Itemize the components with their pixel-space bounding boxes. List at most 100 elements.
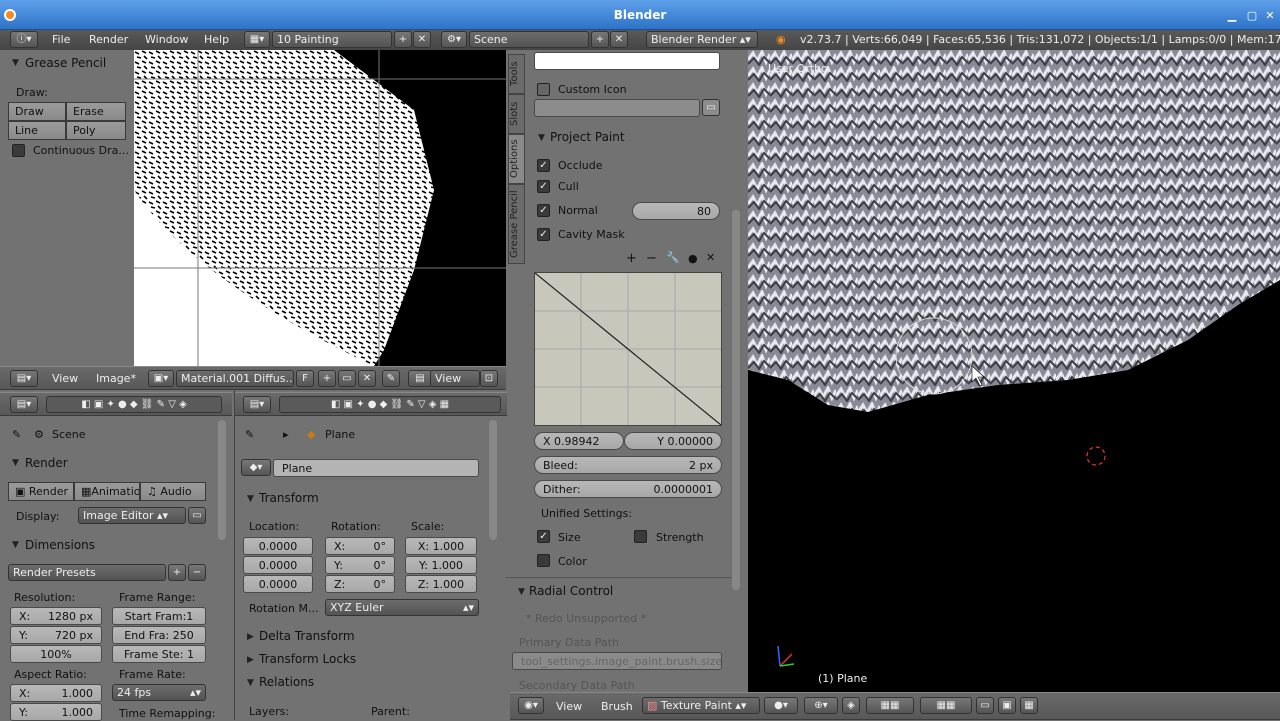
icon-path-field[interactable] <box>534 99 700 117</box>
continuous-draw-checkbox[interactable] <box>12 144 25 157</box>
animation-button[interactable]: ▦Animatio <box>74 482 140 501</box>
normal-angle-field[interactable]: 80 <box>632 202 720 220</box>
properties-editor-icon[interactable]: ▤▾ <box>10 396 38 413</box>
audio-button[interactable]: ♫ Audio <box>140 482 206 501</box>
remove-screen-icon[interactable]: ✕ <box>413 31 431 48</box>
custom-icon-checkbox[interactable] <box>537 83 550 96</box>
zoom-out-icon[interactable]: − <box>646 251 657 266</box>
tab-options[interactable]: Options <box>508 134 525 184</box>
collapse-arrow-icon[interactable]: ▼ <box>12 58 19 68</box>
screen-layout-select[interactable]: 10 Painting <box>272 31 392 48</box>
context-tabs[interactable]: ◧ ▣ ✦ ● ◆ ⛓ ✎ ▽ ◈ <box>46 396 222 413</box>
radial-control-title[interactable]: Radial Control <box>529 584 613 598</box>
properties-editor-icon[interactable]: ▤▾ <box>243 396 271 413</box>
open-image-icon[interactable]: ▭ <box>338 370 356 387</box>
location-z-field[interactable]: 0.0000 <box>243 575 313 593</box>
pin-icon[interactable]: ✎ <box>382 370 400 387</box>
scale-z-field[interactable]: Z: 1.000 <box>405 575 477 593</box>
menu-file[interactable]: File <box>52 33 70 46</box>
normal-checkbox[interactable]: ✓ <box>537 204 550 217</box>
object-type-icon[interactable]: ◆▾ <box>241 459 271 476</box>
relations-title[interactable]: Relations <box>259 675 314 689</box>
editor-type-icon[interactable]: ◉▾ <box>518 697 544 714</box>
pivot-point-icon[interactable]: ⊕▾ <box>804 697 838 714</box>
scene-icon[interactable]: ⚙▾ <box>441 31 467 48</box>
minimize-icon[interactable]: ▁ <box>1226 10 1238 21</box>
frame-step-field[interactable]: Frame Ste: 1 <box>112 645 206 663</box>
add-screen-icon[interactable]: + <box>394 31 412 48</box>
cull-checkbox[interactable]: ✓ <box>537 180 550 193</box>
unlink-image-icon[interactable]: ✕ <box>358 370 376 387</box>
scale-y-field[interactable]: Y: 1.000 <box>405 556 477 574</box>
aspect-y-field[interactable]: Y: 1.000 <box>10 703 102 721</box>
screen-layout-icon[interactable]: ▦▾ <box>244 31 270 48</box>
point-icon[interactable]: ● <box>688 252 698 265</box>
mode-select[interactable]: ▨ Texture Paint ▴▾ <box>642 697 760 714</box>
editor-type-icon[interactable]: ▤▾ <box>10 370 38 387</box>
view-menu[interactable]: View <box>556 700 582 713</box>
close-icon[interactable]: ✕ <box>1264 10 1276 21</box>
transform-locks-title[interactable]: Transform Locks <box>259 652 356 666</box>
menu-window[interactable]: Window <box>145 33 188 46</box>
view-mode-icon[interactable]: ▤ <box>408 370 432 387</box>
rotation-z-field[interactable]: Z: 0° <box>325 575 395 593</box>
pin-icon[interactable]: ✎ <box>245 428 254 441</box>
unified-size-checkbox[interactable]: ✓ <box>537 530 550 543</box>
image-name-field[interactable]: Material.001 Diffus... <box>176 370 294 387</box>
collapse-arrow-icon[interactable]: ▼ <box>12 540 19 550</box>
brush-name-field[interactable] <box>534 52 720 70</box>
image-browse-icon[interactable]: ▣▾ <box>148 370 174 387</box>
frame-end-field[interactable]: End Fra: 250 <box>112 626 206 644</box>
lock-camera-icon[interactable]: ▭ <box>976 697 994 714</box>
tab-slots[interactable]: Slots <box>508 94 525 134</box>
new-image-icon[interactable]: + <box>318 370 336 387</box>
maximize-icon[interactable]: ▢ <box>1246 10 1258 21</box>
scrollbar[interactable] <box>218 420 226 540</box>
tab-tools[interactable]: Tools <box>508 54 525 94</box>
project-paint-title[interactable]: Project Paint <box>550 130 625 144</box>
zoom-in-icon[interactable]: + <box>626 251 637 266</box>
curve-x-field[interactable]: X 0.98942 <box>534 432 624 450</box>
frame-start-field[interactable]: Start Fram:1 <box>112 607 206 625</box>
scene-select[interactable]: Scene <box>469 31 589 48</box>
remove-scene-icon[interactable]: ✕ <box>610 31 628 48</box>
scrollbar[interactable] <box>489 420 497 540</box>
rotation-mode-select[interactable]: XYZ Euler ▴▾ <box>325 599 479 616</box>
zoom-icon[interactable]: ⊡ <box>480 370 498 387</box>
collapse-arrow-icon[interactable]: ▼ <box>538 133 545 143</box>
info-editor-icon[interactable]: ⓘ▾ <box>10 31 38 48</box>
aspect-x-field[interactable]: X: 1.000 <box>10 684 102 702</box>
view-menu[interactable]: View <box>52 372 78 385</box>
fake-user-button[interactable]: F <box>296 370 314 387</box>
dither-field[interactable]: Dither: 0.0000001 <box>534 480 722 498</box>
wrench-icon[interactable]: 🔧 <box>666 251 680 264</box>
erase-button[interactable]: Erase <box>66 102 126 121</box>
collapse-arrow-icon[interactable]: ▼ <box>12 458 19 468</box>
scale-x-field[interactable]: X: 1.000 <box>405 537 477 555</box>
image-editor-canvas[interactable] <box>134 50 506 366</box>
cavity-curve-editor[interactable] <box>534 272 722 426</box>
pin-icon[interactable]: ✎ <box>12 428 21 441</box>
add-scene-icon[interactable]: + <box>591 31 609 48</box>
display-select[interactable]: Image Editor ▴▾ <box>78 507 186 524</box>
poly-button[interactable]: Poly <box>66 121 126 140</box>
render-section-title[interactable]: Render <box>25 456 68 470</box>
brush-menu[interactable]: Brush <box>601 700 633 713</box>
viewport-shading-icon[interactable]: ●▾ <box>764 697 798 714</box>
resolution-x-field[interactable]: X: 1280 px <box>10 607 102 625</box>
rotation-y-field[interactable]: Y: 0° <box>325 556 395 574</box>
draw-button[interactable]: Draw <box>8 102 66 121</box>
frame-rate-select[interactable]: 24 fps ▴▾ <box>112 684 206 701</box>
resolution-y-field[interactable]: Y: 720 px <box>10 626 102 644</box>
folder-icon[interactable]: ▭ <box>702 99 720 116</box>
curve-y-field[interactable]: Y 0.00000 <box>624 432 722 450</box>
mask-icon[interactable]: ◈ <box>842 697 860 714</box>
render-button[interactable]: ▣ Render <box>8 482 74 501</box>
delete-point-icon[interactable]: ✕ <box>706 251 715 264</box>
unified-color-checkbox[interactable] <box>537 554 550 567</box>
delta-transform-title[interactable]: Delta Transform <box>259 629 355 643</box>
add-preset-icon[interactable]: + <box>168 564 186 581</box>
lock-interface-icon[interactable]: ▭ <box>188 507 206 524</box>
render-presets-select[interactable]: Render Presets <box>8 564 166 581</box>
collapse-arrow-icon[interactable]: ▼ <box>247 494 254 504</box>
